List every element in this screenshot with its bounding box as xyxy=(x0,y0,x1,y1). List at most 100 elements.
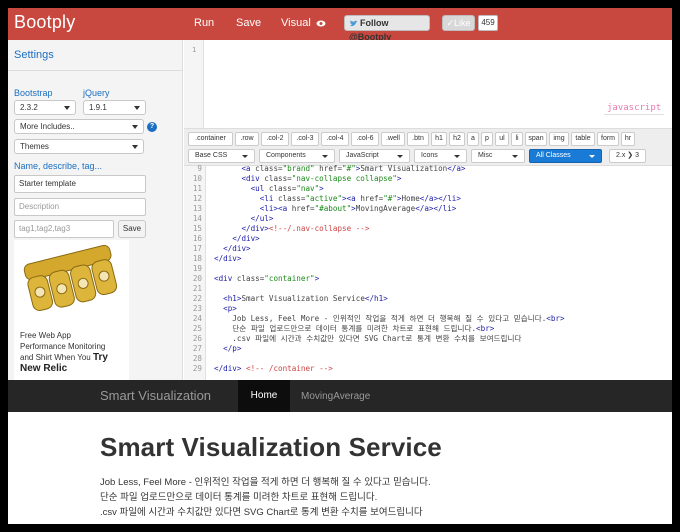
ad-copy[interactable]: Free Web App Performance Monitoring and … xyxy=(20,330,130,374)
preview-nav-moving-average[interactable]: MovingAverage xyxy=(301,391,370,402)
insert-tag-button[interactable]: h2 xyxy=(449,132,465,146)
insert-tag-button[interactable]: .col-2 xyxy=(261,132,289,146)
code-line: 28 xyxy=(184,354,214,364)
code-line: 23 <p> xyxy=(184,304,237,314)
insert-tag-button[interactable]: .btn xyxy=(407,132,429,146)
insert-tag-button[interactable]: table xyxy=(571,132,595,146)
code-token: <br> xyxy=(546,314,565,323)
insert-tag-button[interactable]: ul xyxy=(495,132,509,146)
code-token: href= xyxy=(314,164,343,173)
dropdown-misc[interactable]: Misc xyxy=(471,149,525,163)
insert-tag-button[interactable]: p xyxy=(481,132,493,146)
insert-tag-button[interactable]: .col-4 xyxy=(321,132,349,146)
save-button[interactable]: Save xyxy=(118,220,146,238)
code-token: </p> xyxy=(223,344,242,353)
code-line: 18 </div> xyxy=(184,254,242,264)
insert-tag-button[interactable]: .col-3 xyxy=(291,132,319,146)
line-code: </div> xyxy=(206,254,241,263)
insert-tag-button[interactable]: li xyxy=(511,132,523,146)
code-token: href= xyxy=(291,204,315,213)
dropdown-components[interactable]: Components xyxy=(259,149,335,163)
line-number: 11 xyxy=(192,184,202,193)
code-token: 단순 파일 업로드만으로 데이터 통계를 미려한 차트로 표현해 드립니다. xyxy=(232,324,477,333)
help-icon[interactable]: ? xyxy=(147,122,157,132)
insert-tag-button[interactable]: .well xyxy=(381,132,405,146)
line-code: <ul class="nav"> xyxy=(206,184,324,193)
save-link[interactable]: Save xyxy=(236,17,261,29)
insert-tag-button[interactable]: form xyxy=(597,132,619,146)
code-token: </a> xyxy=(447,164,466,173)
insert-tag-button[interactable]: .container xyxy=(188,132,233,146)
code-line: 17 </div> xyxy=(184,244,251,254)
line-number: 27 xyxy=(192,344,202,353)
line-number: 20 xyxy=(192,274,202,283)
bootply-logo[interactable]: Bootply xyxy=(14,12,75,33)
code-line: 29 </div> <!-- /container --> xyxy=(184,364,333,374)
brass-knuckles-icon xyxy=(14,240,129,325)
ad-line: Performance Monitoring xyxy=(20,342,106,351)
insert-tag-button[interactable]: h1 xyxy=(431,132,447,146)
preview-paragraph-line: Job Less, Feel More - 인위적인 작업을 적게 하면 더 행… xyxy=(100,477,431,488)
line-code: <li><a href="#about">MovingAverage</a></… xyxy=(206,204,457,213)
eye-icon xyxy=(316,20,326,27)
line-code: </p> xyxy=(206,344,241,353)
insert-tag-button[interactable]: span xyxy=(525,132,547,146)
bootstrap-version-select[interactable]: 2.3.2 xyxy=(14,100,76,115)
tags-field[interactable]: tag1,tag2,tag3 xyxy=(14,220,114,238)
description-field[interactable]: Description xyxy=(14,198,146,216)
code-line: 21 xyxy=(184,284,214,294)
line-number: 23 xyxy=(192,304,202,313)
code-token: <h1> xyxy=(223,294,242,303)
name-field[interactable]: Starter template xyxy=(14,175,146,193)
line-code: </div> <!-- /container --> xyxy=(206,364,333,373)
chevron-down-icon xyxy=(322,155,328,158)
like-button[interactable]: ✓Like xyxy=(442,15,475,31)
code-token: MovingAverage xyxy=(355,204,416,213)
code-token: </div> xyxy=(232,234,260,243)
preview-nav-home[interactable]: Home xyxy=(238,380,290,412)
visual-toggle[interactable]: Visual xyxy=(281,17,326,29)
line-code: <p> xyxy=(206,304,237,313)
dropdown-base-css[interactable]: Base CSS xyxy=(188,149,255,163)
code-token: <li xyxy=(259,194,279,203)
insert-tag-button[interactable]: .row xyxy=(235,132,259,146)
twitter-follow-button[interactable]: Follow @Bootply xyxy=(344,15,430,42)
code-token: </div> xyxy=(214,254,242,263)
code-line: 15 </div><!--/.nav-collapse --> xyxy=(184,224,370,234)
code-token: "#about" xyxy=(314,204,352,213)
preview-brand[interactable]: Smart Visualization xyxy=(100,388,211,403)
line-code: </div><!--/.nav-collapse --> xyxy=(206,224,369,233)
dropdown-icons[interactable]: Icons xyxy=(414,149,467,163)
dropdown-javascript[interactable]: JavaScript xyxy=(339,149,410,163)
settings-heading[interactable]: Settings xyxy=(14,49,54,61)
line-code: Job Less, Feel More - 인위적인 작업을 적게 하면 더 행… xyxy=(206,314,565,323)
insert-tag-button[interactable]: img xyxy=(549,132,569,146)
code-line: 9 <a class="brand" href="#">Smart Visual… xyxy=(184,164,466,174)
ad-brand: New Relic xyxy=(20,363,68,374)
jquery-version-select[interactable]: 1.9.1 xyxy=(83,100,146,115)
preview-paragraph-line: 단순 파일 업로드만으로 데이터 통계를 미려한 차트로 표현해 드립니다. xyxy=(100,492,378,503)
code-token: "#" xyxy=(342,164,356,173)
code-token: > xyxy=(314,274,320,283)
insert-tag-button[interactable]: hr xyxy=(621,132,635,146)
language-badge: javascript xyxy=(604,102,665,115)
run-button[interactable]: Run xyxy=(194,17,214,29)
javascript-editor[interactable] xyxy=(184,40,672,128)
version-switch-button[interactable]: 2.x ❯ 3 xyxy=(609,149,646,163)
more-includes-select[interactable]: More Includes.. xyxy=(14,119,144,134)
all-classes-dropdown[interactable]: All Classes xyxy=(529,149,602,163)
insert-tag-button[interactable]: a xyxy=(467,132,479,146)
code-token: "#" xyxy=(383,194,397,203)
insert-tag-button[interactable]: .col-6 xyxy=(351,132,379,146)
code-token: <br> xyxy=(476,324,495,333)
code-token: href= xyxy=(360,194,384,203)
jquery-label: jQuery xyxy=(83,88,110,98)
themes-select[interactable]: Themes xyxy=(14,139,144,154)
